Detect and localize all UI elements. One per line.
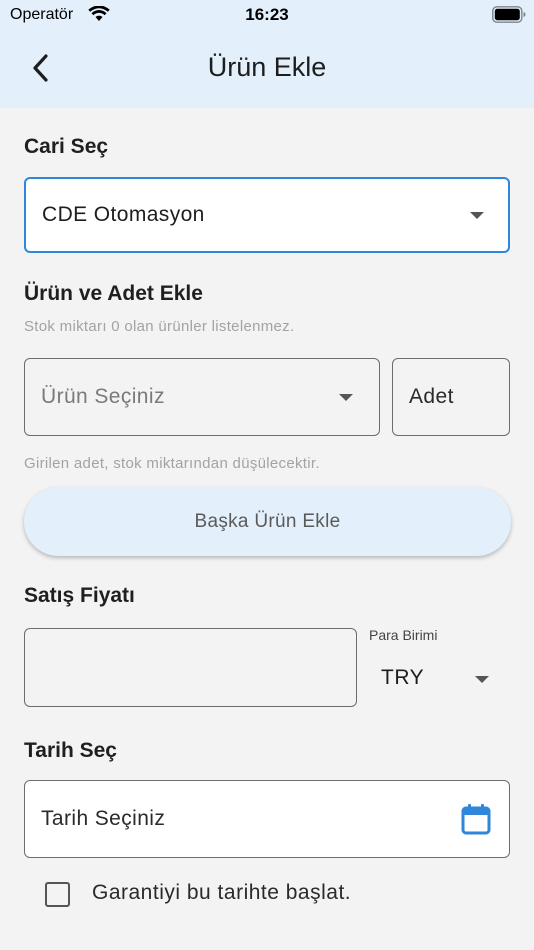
date-placeholder: Tarih Seçiniz — [41, 807, 166, 830]
cari-section-label: Cari Seç — [24, 135, 109, 158]
warranty-checkbox-label[interactable]: Garantiyi bu tarihte başlat. — [92, 881, 351, 905]
urun-section-label: Ürün ve Adet Ekle — [24, 282, 203, 305]
cari-selected-value: CDE Otomasyon — [42, 203, 205, 226]
status-time: 16:23 — [245, 5, 289, 24]
add-another-product-button[interactable]: Başka Ürün Ekle — [24, 487, 511, 556]
dropdown-arrow-icon — [475, 676, 489, 683]
battery-icon — [492, 6, 526, 23]
quantity-helper-text: Girilen adet, stok miktarından düşülecek… — [24, 455, 320, 472]
currency-dropdown[interactable]: TRY — [369, 650, 510, 708]
warranty-checkbox[interactable] — [45, 882, 70, 907]
currency-label: Para Birimi — [369, 627, 438, 643]
quantity-placeholder: Adet — [409, 385, 454, 408]
product-dropdown[interactable]: Ürün Seçiniz — [24, 358, 380, 436]
currency-value: TRY — [381, 666, 425, 689]
dropdown-arrow-icon — [470, 212, 484, 219]
app-header: Operatör 16:23 Ürün Ekle — [0, 0, 534, 108]
stock-helper-text: Stok miktarı 0 olan ürünler listelenmez. — [24, 318, 295, 335]
dropdown-arrow-icon — [339, 394, 353, 401]
price-section-label: Satış Fiyatı — [24, 584, 135, 607]
quantity-input[interactable]: Adet — [392, 358, 510, 436]
page-title: Ürün Ekle — [207, 52, 327, 82]
product-placeholder: Ürün Seçiniz — [41, 385, 165, 408]
date-picker-field[interactable]: Tarih Seçiniz — [24, 780, 510, 858]
price-input[interactable] — [24, 628, 357, 707]
status-bar: Operatör 16:23 — [0, 0, 534, 30]
calendar-icon[interactable] — [461, 803, 491, 835]
cari-dropdown[interactable]: CDE Otomasyon — [24, 177, 510, 253]
date-section-label: Tarih Seç — [24, 739, 117, 762]
